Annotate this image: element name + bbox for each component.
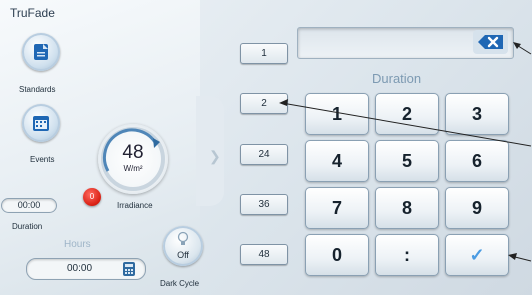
hours-label: Hours [64,239,91,250]
irradiance-value: 48 [122,142,144,163]
lightbulb-icon [177,231,189,245]
preset-button-36[interactable]: 36 [240,194,288,215]
key-9[interactable]: 9 [445,187,509,229]
calendar-icon [33,116,49,131]
preset-button-1[interactable]: 1 [240,43,288,64]
irradiance-gauge: 48 W/m² [98,124,168,194]
alarm-badge[interactable]: 0 [83,188,101,206]
key-6[interactable]: 6 [445,140,509,182]
irradiance-unit: W/m² [123,164,143,173]
key-1[interactable]: 1 [305,93,369,135]
standards-label: Standards [19,85,56,94]
hours-value: 00:00 [67,263,93,274]
key-5[interactable]: 5 [375,140,439,182]
dark-cycle-button[interactable]: Off [163,226,203,266]
irradiance-label: Irradiance [117,201,153,210]
trufade-screen: TruFade Standards Events 48 W/m² 0 Irrad… [0,0,532,295]
events-label: Events [30,155,55,164]
backspace-icon[interactable] [473,30,508,54]
key-0[interactable]: 0 [305,234,369,276]
duration-mini-label: Duration [12,222,43,231]
left-panel: TruFade Standards Events 48 W/m² 0 Irrad… [0,0,203,295]
preset-button-48[interactable]: 48 [240,244,288,265]
confirm-button[interactable]: ✓ [445,234,509,276]
dark-cycle-state: Off [177,250,189,260]
document-icon [34,44,48,60]
preset-button-24[interactable]: 24 [240,144,288,165]
key-4[interactable]: 4 [305,140,369,182]
dark-cycle-label: Dark Cycle [160,279,200,288]
events-button[interactable] [22,104,60,142]
app-title: TruFade [10,6,55,20]
hours-field[interactable]: 00:00 [26,258,146,280]
standards-button[interactable] [22,33,60,71]
key-8[interactable]: 8 [375,187,439,229]
key-7[interactable]: 7 [305,187,369,229]
chevron-right-icon[interactable]: ❯ [209,148,221,165]
preset-button-2[interactable]: 2 [240,93,288,114]
key-3[interactable]: 3 [445,93,509,135]
calculator-icon[interactable] [123,262,135,276]
duration-mini-field[interactable]: 00:00 [1,198,57,213]
key-colon[interactable]: : [375,234,439,276]
keypad-title: Duration [372,71,422,86]
key-2[interactable]: 2 [375,93,439,135]
